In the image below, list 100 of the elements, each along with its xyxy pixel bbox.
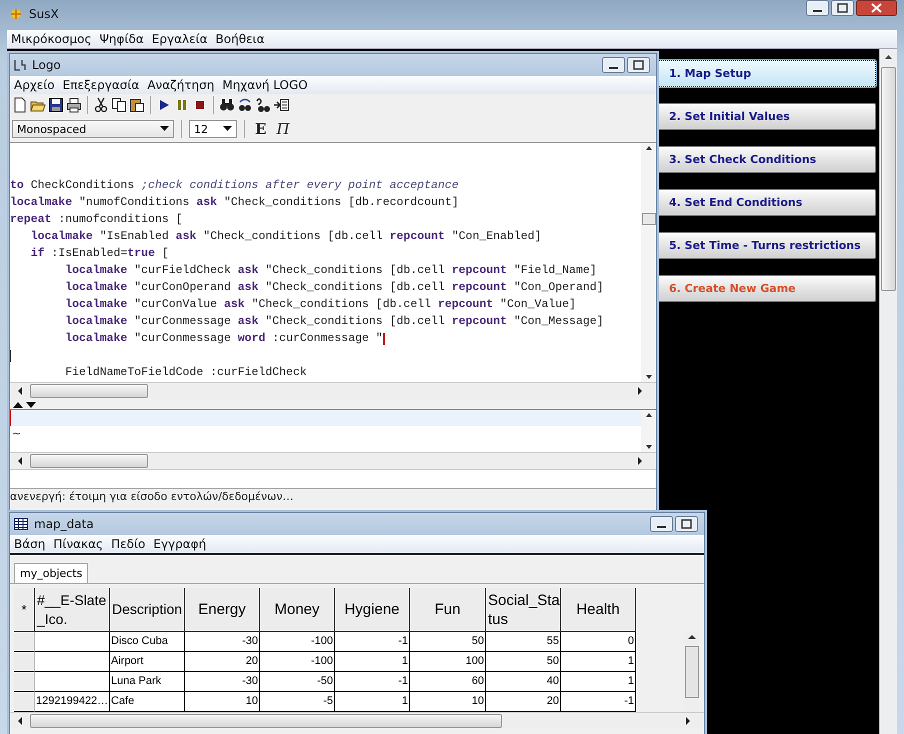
prompt-marker: ~ xyxy=(11,427,22,440)
vertical-scrollbar[interactable] xyxy=(879,49,897,734)
command-input-field[interactable]: ~ xyxy=(10,409,656,452)
code-line: localmake "curConmessage word :curConmessage " xyxy=(64,331,383,347)
row-selector[interactable] xyxy=(14,632,35,652)
scrollbar-thumb[interactable] xyxy=(30,454,148,468)
window-title: SusX xyxy=(29,7,59,21)
menu-item[interactable]: Ψηφίδα xyxy=(99,32,144,46)
minimize-button[interactable] xyxy=(650,516,673,532)
table-cell: Luna Park xyxy=(110,672,185,692)
font-dropdown[interactable]: Monospaced xyxy=(12,120,174,138)
table-cell: -30 xyxy=(185,672,260,692)
column-header: Hygiene xyxy=(335,588,410,632)
table-cell: -100 xyxy=(260,652,335,672)
code-line: to CheckConditions ;check conditions after every point acceptance xyxy=(10,178,459,194)
menu-item[interactable]: Εγγραφή xyxy=(153,537,206,551)
print-icon[interactable] xyxy=(66,97,82,113)
menu-item[interactable]: Πεδίο xyxy=(111,537,146,551)
column-header: Energy xyxy=(185,588,260,632)
code-line: localmake "IsEnabled ask "Check_conditions [db.cell repcount "Con_Enabled] xyxy=(30,229,542,245)
menu-item[interactable]: Μηχανή LOGO xyxy=(222,78,308,92)
menu-item[interactable]: Βάση xyxy=(14,537,46,551)
table-cell: -30 xyxy=(185,632,260,652)
find-question-icon[interactable] xyxy=(255,97,271,113)
row-selector[interactable] xyxy=(14,672,35,692)
tab[interactable]: my_objects xyxy=(14,563,88,583)
row-selector[interactable] xyxy=(14,652,35,672)
minimize-button[interactable] xyxy=(602,57,625,73)
table-cell: 60 xyxy=(410,672,486,692)
scrollbar-thumb[interactable] xyxy=(642,213,656,225)
italic-button[interactable]: Π xyxy=(273,120,293,138)
table-cell: 50 xyxy=(486,652,561,672)
table-cell: 0 xyxy=(561,632,636,652)
code-line: localmake "numofConditions ask "Check_conditions [db.recordcount] xyxy=(10,195,459,211)
column-header: * xyxy=(14,588,35,632)
menu-item[interactable]: Βοήθεια xyxy=(216,32,265,46)
table-cell: 55 xyxy=(486,632,561,652)
code-editor[interactable] xyxy=(10,142,656,382)
font-size-dropdown[interactable]: 12 xyxy=(189,120,237,138)
save-icon[interactable] xyxy=(48,97,64,113)
code-line: if :IsEnabled=true [ xyxy=(30,246,169,262)
close-button[interactable] xyxy=(856,0,897,16)
copy-icon[interactable] xyxy=(111,97,127,113)
table-cell: 1 xyxy=(561,672,636,692)
code-line: localmake "curFieldCheck ask "Check_conditions [db.cell repcount "Field_Name] xyxy=(64,263,597,279)
bold-button[interactable]: E xyxy=(252,120,270,138)
logo-icon xyxy=(14,59,26,71)
table-cell: 40 xyxy=(486,672,561,692)
horizontal-scrollbar[interactable] xyxy=(10,382,656,399)
table-cell: -1 xyxy=(335,672,410,692)
menu-item[interactable]: Επεξεργασία xyxy=(62,78,140,92)
table-cell: -100 xyxy=(260,632,335,652)
code-line: localmake "curConmessage ask "Check_conditions [db.cell repcount "Con_Message] xyxy=(64,314,604,330)
table-cell: 1 xyxy=(335,652,410,672)
menu-item[interactable]: Μικρόκοσμος xyxy=(11,32,92,46)
status-text: ανενεργή: έτοιμη για είσοδο εντολών/δεδομένων… xyxy=(10,488,656,505)
dropdown-arrow-icon[interactable] xyxy=(223,126,232,132)
horizontal-scrollbar[interactable] xyxy=(10,452,656,469)
scrollbar-thumb[interactable] xyxy=(30,714,502,728)
table-cell: -50 xyxy=(260,672,335,692)
table-cell: 20 xyxy=(185,652,260,672)
column-header: Social_Status xyxy=(486,588,561,632)
text-cursor xyxy=(10,350,11,362)
column-header: Health xyxy=(561,588,636,632)
code-line: repeat :numofconditions [ xyxy=(10,212,183,228)
paste-icon[interactable] xyxy=(129,97,145,113)
table-icon xyxy=(14,518,28,530)
new-file-icon[interactable] xyxy=(12,97,28,113)
dropdown-arrow-icon[interactable] xyxy=(160,126,169,132)
window-title: Logo xyxy=(32,58,61,72)
row-selector[interactable] xyxy=(14,692,35,712)
code-line: localmake "curConValue ask "Check_conditions [db.cell repcount "Con_Value] xyxy=(64,297,576,313)
horizontal-scrollbar[interactable] xyxy=(10,712,704,729)
scrollbar-thumb[interactable] xyxy=(684,646,698,698)
restore-button[interactable] xyxy=(831,0,854,16)
restore-button[interactable] xyxy=(675,516,698,532)
find-replace-icon[interactable] xyxy=(237,97,253,113)
menu-item[interactable]: Αναζήτηση xyxy=(147,78,214,92)
binoculars-icon[interactable] xyxy=(219,97,235,113)
splitter-arrows-icon[interactable] xyxy=(12,400,38,409)
table-cell: Disco Cuba xyxy=(110,632,185,652)
column-header: #__E-Slate_Ico. xyxy=(35,588,110,632)
column-header: Money xyxy=(260,588,335,632)
table-cell: 1 xyxy=(561,652,636,672)
restore-button[interactable] xyxy=(627,57,650,73)
table-cell: -1 xyxy=(335,632,410,652)
cut-icon[interactable] xyxy=(93,97,109,113)
table-cell: Airport xyxy=(110,652,185,672)
menu-item[interactable]: Πίνακας xyxy=(53,537,104,551)
scrollbar-thumb[interactable] xyxy=(30,384,148,398)
scrollbar-thumb[interactable] xyxy=(881,67,896,291)
insert-list-icon[interactable] xyxy=(273,97,289,113)
vertical-scrollbar[interactable] xyxy=(641,143,656,382)
table-cell: 50 xyxy=(410,632,486,652)
menu-item[interactable]: Εργαλεία xyxy=(152,32,208,46)
menu-item[interactable]: Αρχείο xyxy=(14,78,55,92)
minimize-button[interactable] xyxy=(806,0,829,16)
table-cell: 100 xyxy=(410,652,486,672)
column-header: Fun xyxy=(410,588,486,632)
column-header: Description xyxy=(110,588,185,632)
